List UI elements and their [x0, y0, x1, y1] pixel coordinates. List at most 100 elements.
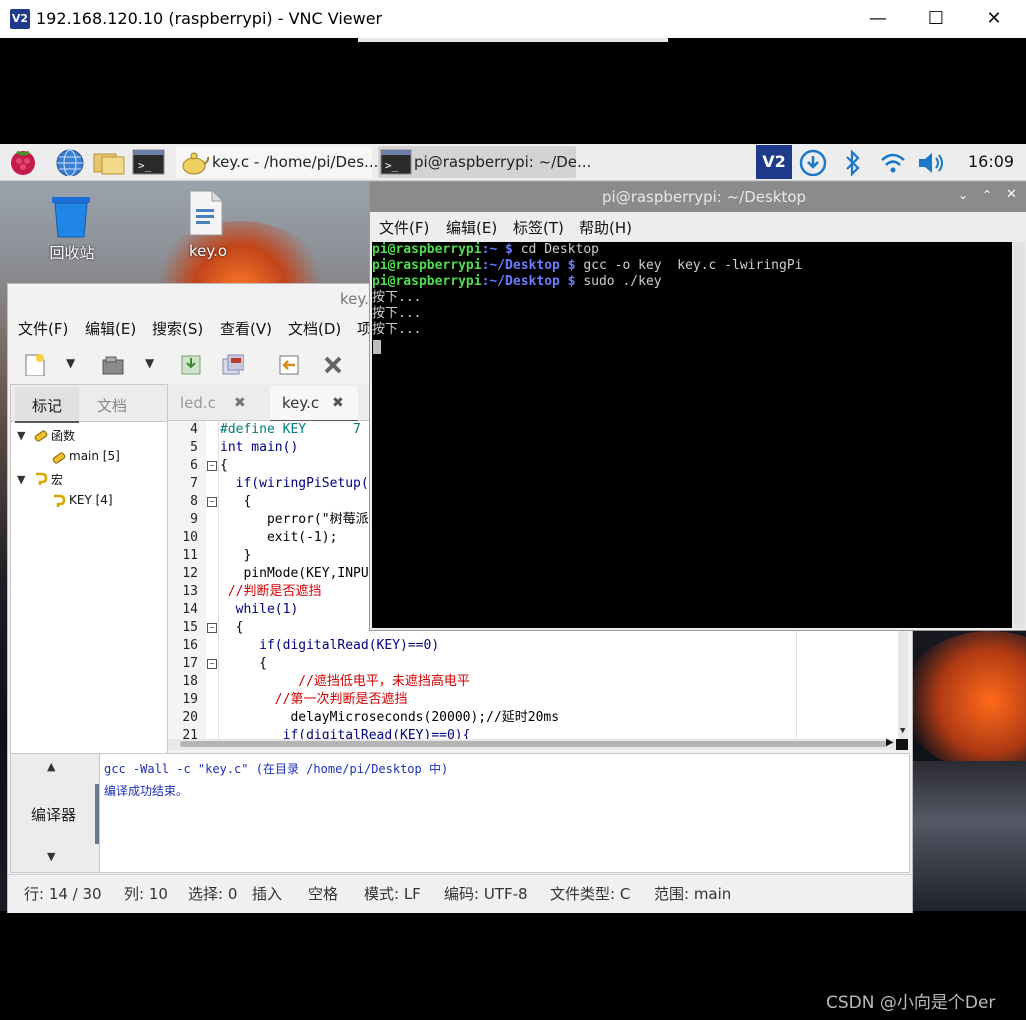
close-button[interactable]: ✕ — [974, 6, 1014, 32]
open-file-icon[interactable] — [100, 352, 124, 376]
terminal-output-line[interactable]: 按下... — [372, 306, 421, 322]
task-terminal[interactable]: >_ pi@raspberrypi: ~/De... — [378, 146, 591, 178]
line-number[interactable]: 13 — [168, 583, 198, 601]
maximize-button[interactable]: ☐ — [916, 6, 956, 32]
clock[interactable]: 16:09 — [968, 152, 1014, 171]
download-update-icon[interactable] — [798, 148, 828, 176]
tab-symbols[interactable]: 标记 — [15, 387, 79, 423]
bluetooth-icon[interactable] — [842, 148, 864, 176]
tab-scroll-down-icon[interactable]: ▼ — [47, 850, 55, 863]
tab-led-c[interactable]: led.c — [180, 394, 216, 412]
line-number[interactable]: 6 — [168, 457, 198, 475]
raspberry-menu-icon[interactable] — [8, 148, 38, 176]
code-line[interactable]: delayMicroseconds(20000);//延时20ms — [220, 709, 559, 727]
save-icon[interactable] — [178, 352, 202, 376]
file-icon[interactable] — [186, 189, 226, 237]
terminal-line[interactable]: pi@raspberrypi:~ $ cd Desktop — [372, 242, 599, 258]
code-line[interactable]: } — [220, 547, 251, 565]
volume-icon[interactable] — [916, 148, 948, 176]
tab-key-c-close-icon[interactable]: ✖ — [332, 395, 344, 411]
code-line[interactable]: while(1) — [220, 601, 299, 619]
new-file-icon[interactable] — [22, 352, 46, 376]
terminal-menu-file[interactable]: 文件(F) — [379, 217, 429, 238]
close-file-icon[interactable] — [320, 352, 344, 376]
menu-search[interactable]: 搜索(S) — [152, 318, 203, 339]
code-line[interactable]: if(wiringPiSetup( — [220, 475, 369, 493]
line-number[interactable]: 7 — [168, 475, 198, 493]
scroll-right-icon[interactable]: ▶ — [886, 737, 894, 748]
terminal-launcher-icon[interactable]: >_ — [132, 148, 166, 176]
terminal-screen[interactable]: pi@raspberrypi:~ $ cd Desktop pi@raspber… — [372, 242, 1012, 628]
fold-margin[interactable]: − − − − — [206, 421, 219, 739]
code-line[interactable]: int main() — [220, 439, 298, 457]
tree-group-functions[interactable]: 函数 — [51, 427, 75, 444]
tab-documents[interactable]: 文档 — [97, 395, 127, 416]
fold-toggle-icon[interactable]: − — [207, 659, 217, 669]
fold-toggle-icon[interactable]: − — [207, 461, 217, 471]
line-number[interactable]: 10 — [168, 529, 198, 547]
line-number[interactable]: 11 — [168, 547, 198, 565]
terminal-line[interactable]: pi@raspberrypi:~/Desktop $ sudo ./key — [372, 274, 662, 290]
tab-scroll-up-icon[interactable]: ▲ — [47, 760, 55, 773]
compiler-messages[interactable]: gcc -Wall -c "key.c" (在目录 /home/pi/Deskt… — [99, 753, 910, 873]
terminal-line[interactable]: pi@raspberrypi:~/Desktop $ gcc -o key ke… — [372, 258, 802, 274]
tab-compiler[interactable]: 编译器 — [31, 804, 76, 825]
horizontal-scroll-thumb[interactable] — [180, 741, 888, 747]
browser-globe-icon[interactable] — [54, 148, 86, 176]
line-number[interactable]: 8 — [168, 493, 198, 511]
code-line[interactable]: //遮挡低电平，未遮挡高电平 — [220, 673, 470, 691]
save-all-icon[interactable] — [220, 352, 244, 376]
tree-group-macros[interactable]: 宏 — [51, 471, 63, 488]
line-number[interactable]: 4 — [168, 421, 198, 439]
code-line[interactable]: perror("树莓派 — [220, 511, 369, 529]
line-number[interactable]: 5 — [168, 439, 198, 457]
tree-item-key[interactable]: KEY [4] — [69, 493, 113, 507]
terminal-scrollbar[interactable] — [1013, 242, 1025, 628]
terminal-titlebar[interactable]: pi@raspberrypi: ~/Desktop ⌄ ⌃ ✕ — [370, 182, 1026, 212]
terminal-maximize-icon[interactable]: ⌃ — [982, 188, 992, 202]
line-number[interactable]: 19 — [168, 691, 198, 709]
code-line[interactable]: { — [220, 493, 251, 511]
terminal-minimize-icon[interactable]: ⌄ — [958, 188, 968, 202]
tree-expander-icon[interactable]: ▼ — [17, 429, 25, 442]
terminal-menu-edit[interactable]: 编辑(E) — [446, 217, 497, 238]
line-number[interactable]: 16 — [168, 637, 198, 655]
code-line[interactable]: { — [220, 619, 244, 637]
line-number[interactable]: 18 — [168, 673, 198, 691]
menu-edit[interactable]: 编辑(E) — [85, 318, 136, 339]
wifi-icon[interactable] — [878, 148, 908, 176]
tree-expander-icon[interactable]: ▼ — [17, 473, 25, 486]
code-line[interactable]: { — [220, 655, 267, 673]
new-file-dropdown-icon[interactable]: ▼ — [66, 356, 75, 370]
code-line[interactable]: if(digitalRead(KEY)==0){ — [220, 727, 471, 739]
line-number[interactable]: 15 — [168, 619, 198, 637]
code-line[interactable]: { — [220, 457, 228, 475]
line-number[interactable]: 20 — [168, 709, 198, 727]
minimize-button[interactable]: — — [858, 6, 898, 32]
vnc-toolbar-handle[interactable] — [358, 38, 668, 42]
terminal-menu-tabs[interactable]: 标签(T) — [513, 217, 564, 238]
menu-file[interactable]: 文件(F) — [18, 318, 68, 339]
vnc-tray-icon[interactable]: V2 — [756, 145, 792, 179]
line-number[interactable]: 9 — [168, 511, 198, 529]
horizontal-scrollbar[interactable]: ▶ — [168, 737, 908, 750]
compiler-result-line[interactable]: 编译成功结束。 — [104, 782, 188, 799]
tree-item-main[interactable]: main [5] — [69, 449, 120, 463]
menu-view[interactable]: 查看(V) — [220, 318, 272, 339]
open-file-dropdown-icon[interactable]: ▼ — [145, 356, 154, 370]
revert-icon[interactable] — [276, 352, 300, 376]
fold-toggle-icon[interactable]: − — [207, 497, 217, 507]
terminal-close-icon[interactable]: ✕ — [1006, 187, 1017, 202]
line-number[interactable]: 21 — [168, 727, 198, 739]
code-line[interactable]: #define KEY 7 — [220, 421, 361, 439]
line-number[interactable]: 12 — [168, 565, 198, 583]
terminal-output-line[interactable]: 按下... — [372, 322, 421, 338]
code-line[interactable]: //判断是否遮挡 — [220, 583, 322, 601]
code-line[interactable]: pinMode(KEY,INPU — [220, 565, 368, 583]
code-line[interactable]: //第一次判断是否遮挡 — [220, 691, 408, 709]
line-number[interactable]: 17 — [168, 655, 198, 673]
terminal-menu-help[interactable]: 帮助(H) — [579, 217, 632, 238]
task-geany[interactable]: key.c - /home/pi/Des... — [176, 146, 378, 178]
code-line[interactable]: exit(-1); — [220, 529, 337, 547]
compiler-command-line[interactable]: gcc -Wall -c "key.c" (在目录 /home/pi/Deskt… — [104, 760, 448, 777]
